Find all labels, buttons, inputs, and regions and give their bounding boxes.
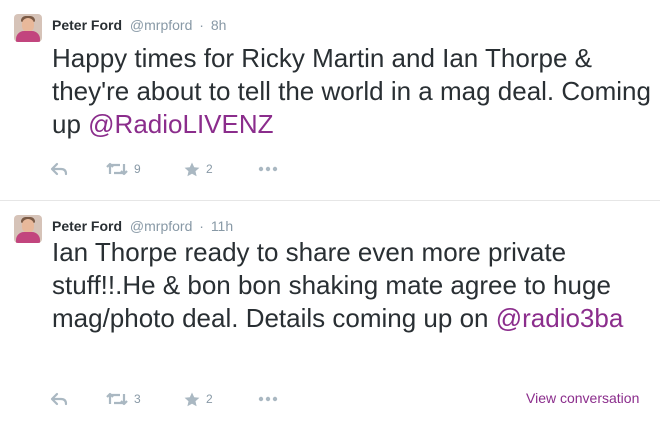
author-name[interactable]: Peter Ford bbox=[52, 17, 122, 33]
view-conversation-link[interactable]: View conversation bbox=[526, 389, 639, 407]
separator: · bbox=[199, 218, 204, 234]
author-name[interactable]: Peter Ford bbox=[52, 218, 122, 234]
retweet-icon bbox=[106, 162, 128, 176]
favorite-count: 2 bbox=[206, 162, 213, 176]
reply-icon bbox=[50, 162, 68, 176]
retweet-button[interactable]: 9 bbox=[106, 159, 141, 179]
reply-icon bbox=[50, 392, 68, 406]
tweet-text: Ian Thorpe ready to share even more priv… bbox=[52, 236, 652, 335]
star-icon bbox=[184, 162, 200, 176]
favorite-button[interactable]: 2 bbox=[184, 389, 213, 409]
more-dots-icon bbox=[258, 166, 278, 172]
tweet-feed: Peter Ford @mrpford · 8h Happy times for… bbox=[0, 0, 660, 423]
tweet: Peter Ford @mrpford · 11h Ian Thorpe rea… bbox=[0, 200, 660, 423]
more-dots-icon bbox=[258, 396, 278, 402]
more-button[interactable] bbox=[258, 159, 278, 179]
timestamp[interactable]: 8h bbox=[211, 17, 227, 33]
author-handle[interactable]: @mrpford bbox=[130, 17, 192, 33]
tweet-text: Happy times for Ricky Martin and Ian Tho… bbox=[52, 42, 652, 141]
tweet: Peter Ford @mrpford · 8h Happy times for… bbox=[0, 0, 660, 200]
reply-button[interactable] bbox=[50, 389, 68, 409]
retweet-count: 9 bbox=[134, 162, 141, 176]
retweet-icon bbox=[106, 392, 128, 406]
more-button[interactable] bbox=[258, 389, 278, 409]
separator: · bbox=[199, 17, 204, 33]
mention-link[interactable]: @radio3ba bbox=[496, 303, 624, 333]
tweet-header: Peter Ford @mrpford · 11h bbox=[52, 217, 233, 235]
reply-button[interactable] bbox=[50, 159, 68, 179]
star-icon bbox=[184, 392, 200, 406]
retweet-button[interactable]: 3 bbox=[106, 389, 141, 409]
retweet-count: 3 bbox=[134, 392, 141, 406]
mention-link[interactable]: @RadioLIVENZ bbox=[88, 109, 273, 139]
favorite-count: 2 bbox=[206, 392, 213, 406]
favorite-button[interactable]: 2 bbox=[184, 159, 213, 179]
avatar[interactable] bbox=[14, 14, 42, 42]
timestamp[interactable]: 11h bbox=[211, 218, 233, 234]
tweet-header: Peter Ford @mrpford · 8h bbox=[52, 16, 226, 34]
author-handle[interactable]: @mrpford bbox=[130, 218, 192, 234]
avatar[interactable] bbox=[14, 215, 42, 243]
